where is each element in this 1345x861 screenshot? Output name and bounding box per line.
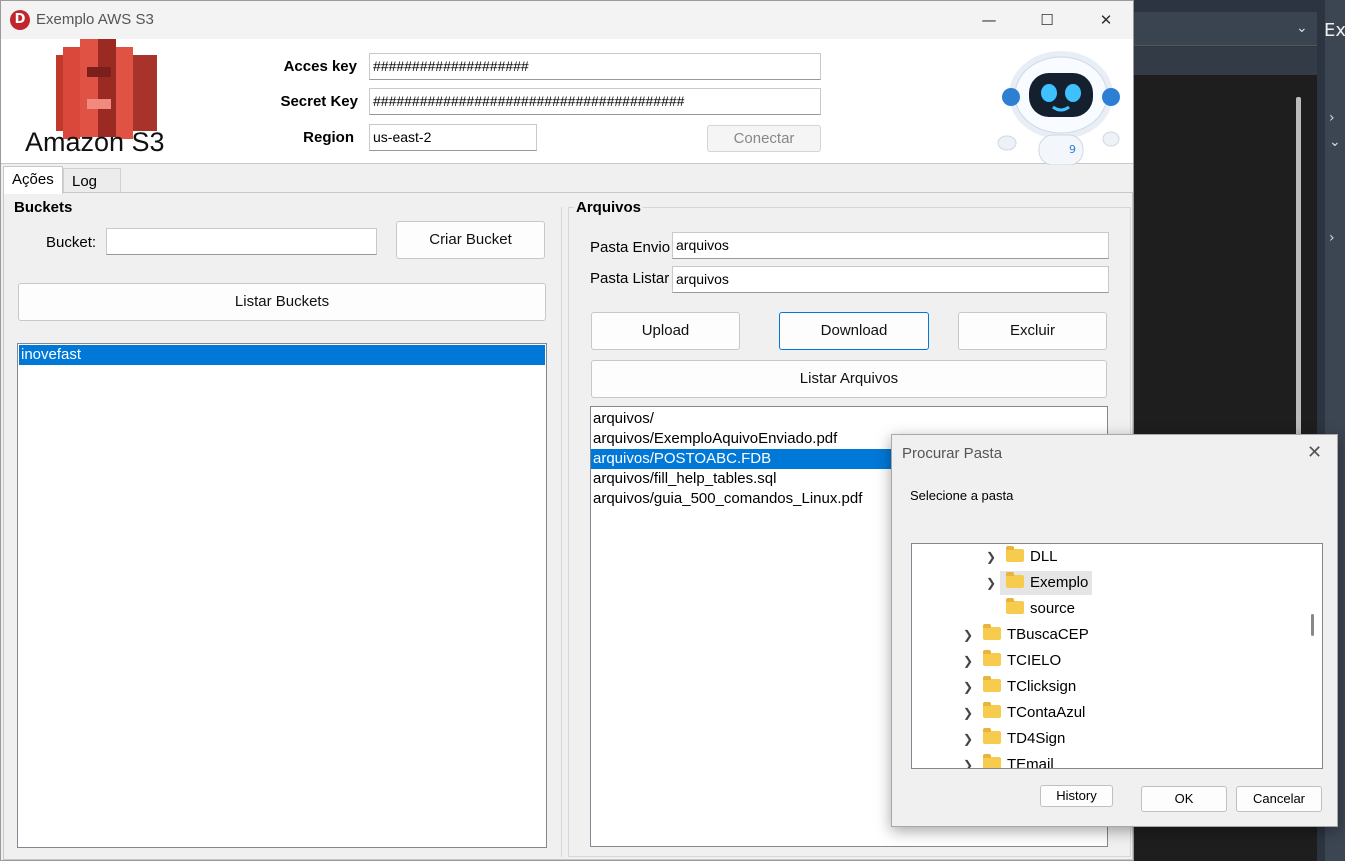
- folder-icon: [1006, 546, 1024, 562]
- tree-node-tbuscacep[interactable]: ❯ TBuscaCEP: [963, 623, 1089, 647]
- folder-icon: [983, 624, 1001, 640]
- ok-button[interactable]: OK: [1141, 786, 1227, 812]
- background-ide-tabbar: [1134, 47, 1317, 75]
- background-scrollbar: [1296, 97, 1301, 437]
- folder-icon: [983, 754, 1001, 768]
- background-ide-toolbar: ⌄: [1134, 12, 1317, 46]
- folder-icon: [1006, 598, 1024, 614]
- browse-folder-dialog: Procurar Pasta ✕ Selecione a pasta ❯ DLL …: [891, 434, 1338, 827]
- access-key-label: Acces key: [283, 58, 357, 75]
- upload-button[interactable]: Upload: [591, 312, 740, 350]
- secret-key-label: Secret Key: [280, 93, 358, 110]
- robot-mascot-image: 9: [997, 51, 1120, 165]
- dialog-title: Procurar Pasta: [902, 445, 1003, 462]
- tab-acoes[interactable]: Ações: [3, 166, 63, 194]
- tree-node-source[interactable]: source: [986, 597, 1075, 621]
- tree-node-tcontaazul[interactable]: ❯ TContaAzul: [963, 701, 1085, 725]
- pasta-listar-label: Pasta Listar: [590, 270, 670, 287]
- chevron-right-icon: ›: [1329, 110, 1335, 126]
- tree-node-exemplo[interactable]: ❯ Exemplo: [986, 571, 1093, 595]
- pasta-envio-input[interactable]: arquivos: [672, 232, 1109, 259]
- bucket-list-item[interactable]: inovefast: [19, 345, 545, 365]
- chevron-right-icon[interactable]: ❯: [963, 727, 977, 751]
- file-list-item[interactable]: arquivos/: [591, 409, 1107, 429]
- folder-icon: [1006, 572, 1024, 588]
- tree-node-tcielo[interactable]: ❯ TCIELO: [963, 649, 1061, 673]
- dialog-close-icon[interactable]: ✕: [1307, 442, 1322, 463]
- minimize-button[interactable]: —: [977, 9, 1001, 31]
- bucket-label: Bucket:: [46, 234, 97, 251]
- tree-scrollbar[interactable]: [1303, 544, 1322, 768]
- list-buckets-button[interactable]: Listar Buckets: [18, 283, 546, 321]
- dialog-prompt: Selecione a pasta: [910, 488, 1014, 503]
- folder-icon: [983, 650, 1001, 666]
- create-bucket-button[interactable]: Criar Bucket: [396, 221, 545, 259]
- folder-icon: [983, 728, 1001, 744]
- access-key-input[interactable]: ####################: [369, 53, 821, 80]
- window-title: Exemplo AWS S3: [36, 11, 154, 28]
- list-files-button[interactable]: Listar Arquivos: [591, 360, 1107, 398]
- tree-node-temail[interactable]: ❯ TEmail: [963, 753, 1054, 768]
- folder-tree[interactable]: ❯ DLL ❯ Exemplo source ❯ TBuscaCEP ❯ TCIELO …: [911, 543, 1323, 769]
- history-button[interactable]: History: [1040, 785, 1113, 807]
- buckets-title: Buckets: [14, 199, 73, 216]
- tree-node-tclicksign[interactable]: ❯ TClicksign: [963, 675, 1076, 699]
- connect-button[interactable]: Conectar: [707, 125, 821, 152]
- connection-header: Amazon S3 Acces key ####################…: [1, 39, 1133, 165]
- excluir-button[interactable]: Excluir: [958, 312, 1107, 350]
- tree-scrollbar-thumb[interactable]: [1311, 614, 1314, 636]
- region-label: Region: [303, 129, 354, 146]
- chevron-right-icon: ›: [1329, 230, 1335, 246]
- logo-text: Amazon S3: [25, 127, 165, 157]
- cancel-button[interactable]: Cancelar: [1236, 786, 1322, 812]
- tree-node-dll[interactable]: ❯ DLL: [986, 545, 1058, 569]
- bucket-name-input[interactable]: [106, 228, 377, 255]
- pasta-listar-input[interactable]: arquivos: [672, 266, 1109, 293]
- chevron-down-icon: ⌄: [1296, 20, 1308, 36]
- svg-text:9: 9: [1069, 143, 1076, 156]
- pasta-envio-label: Pasta Envio: [590, 239, 671, 256]
- title-bar: D Exemplo AWS S3 — ☐ ✕: [1, 1, 1133, 39]
- chevron-right-icon[interactable]: ❯: [963, 623, 977, 647]
- chevron-right-icon[interactable]: ❯: [963, 649, 977, 673]
- maximize-button[interactable]: ☐: [1035, 9, 1059, 31]
- tab-strip: Ações Log: [1, 165, 1133, 194]
- chevron-right-icon[interactable]: ❯: [963, 675, 977, 699]
- secret-key-input[interactable]: ########################################: [369, 88, 821, 115]
- chevron-right-icon[interactable]: ❯: [963, 701, 977, 725]
- tree-node-selected-highlight: Exemplo: [1000, 571, 1093, 595]
- buckets-list[interactable]: inovefast: [17, 343, 547, 848]
- folder-icon: [983, 702, 1001, 718]
- tab-log[interactable]: Log: [63, 168, 121, 194]
- app-icon: D: [10, 10, 30, 30]
- close-button[interactable]: ✕: [1094, 9, 1118, 31]
- arquivos-title: Arquivos: [574, 199, 644, 216]
- download-button[interactable]: Download: [779, 312, 929, 350]
- chevron-right-icon[interactable]: ❯: [963, 753, 977, 768]
- chevron-right-icon[interactable]: ❯: [986, 545, 1000, 569]
- folder-icon: [983, 676, 1001, 692]
- chevron-right-icon[interactable]: ❯: [986, 571, 1000, 595]
- region-input[interactable]: us-east-2: [369, 124, 537, 151]
- chevron-down-icon: ⌄: [1329, 134, 1341, 150]
- background-tab-fragment: Ex: [1324, 20, 1345, 41]
- tree-node-td4sign[interactable]: ❯ TD4Sign: [963, 727, 1065, 751]
